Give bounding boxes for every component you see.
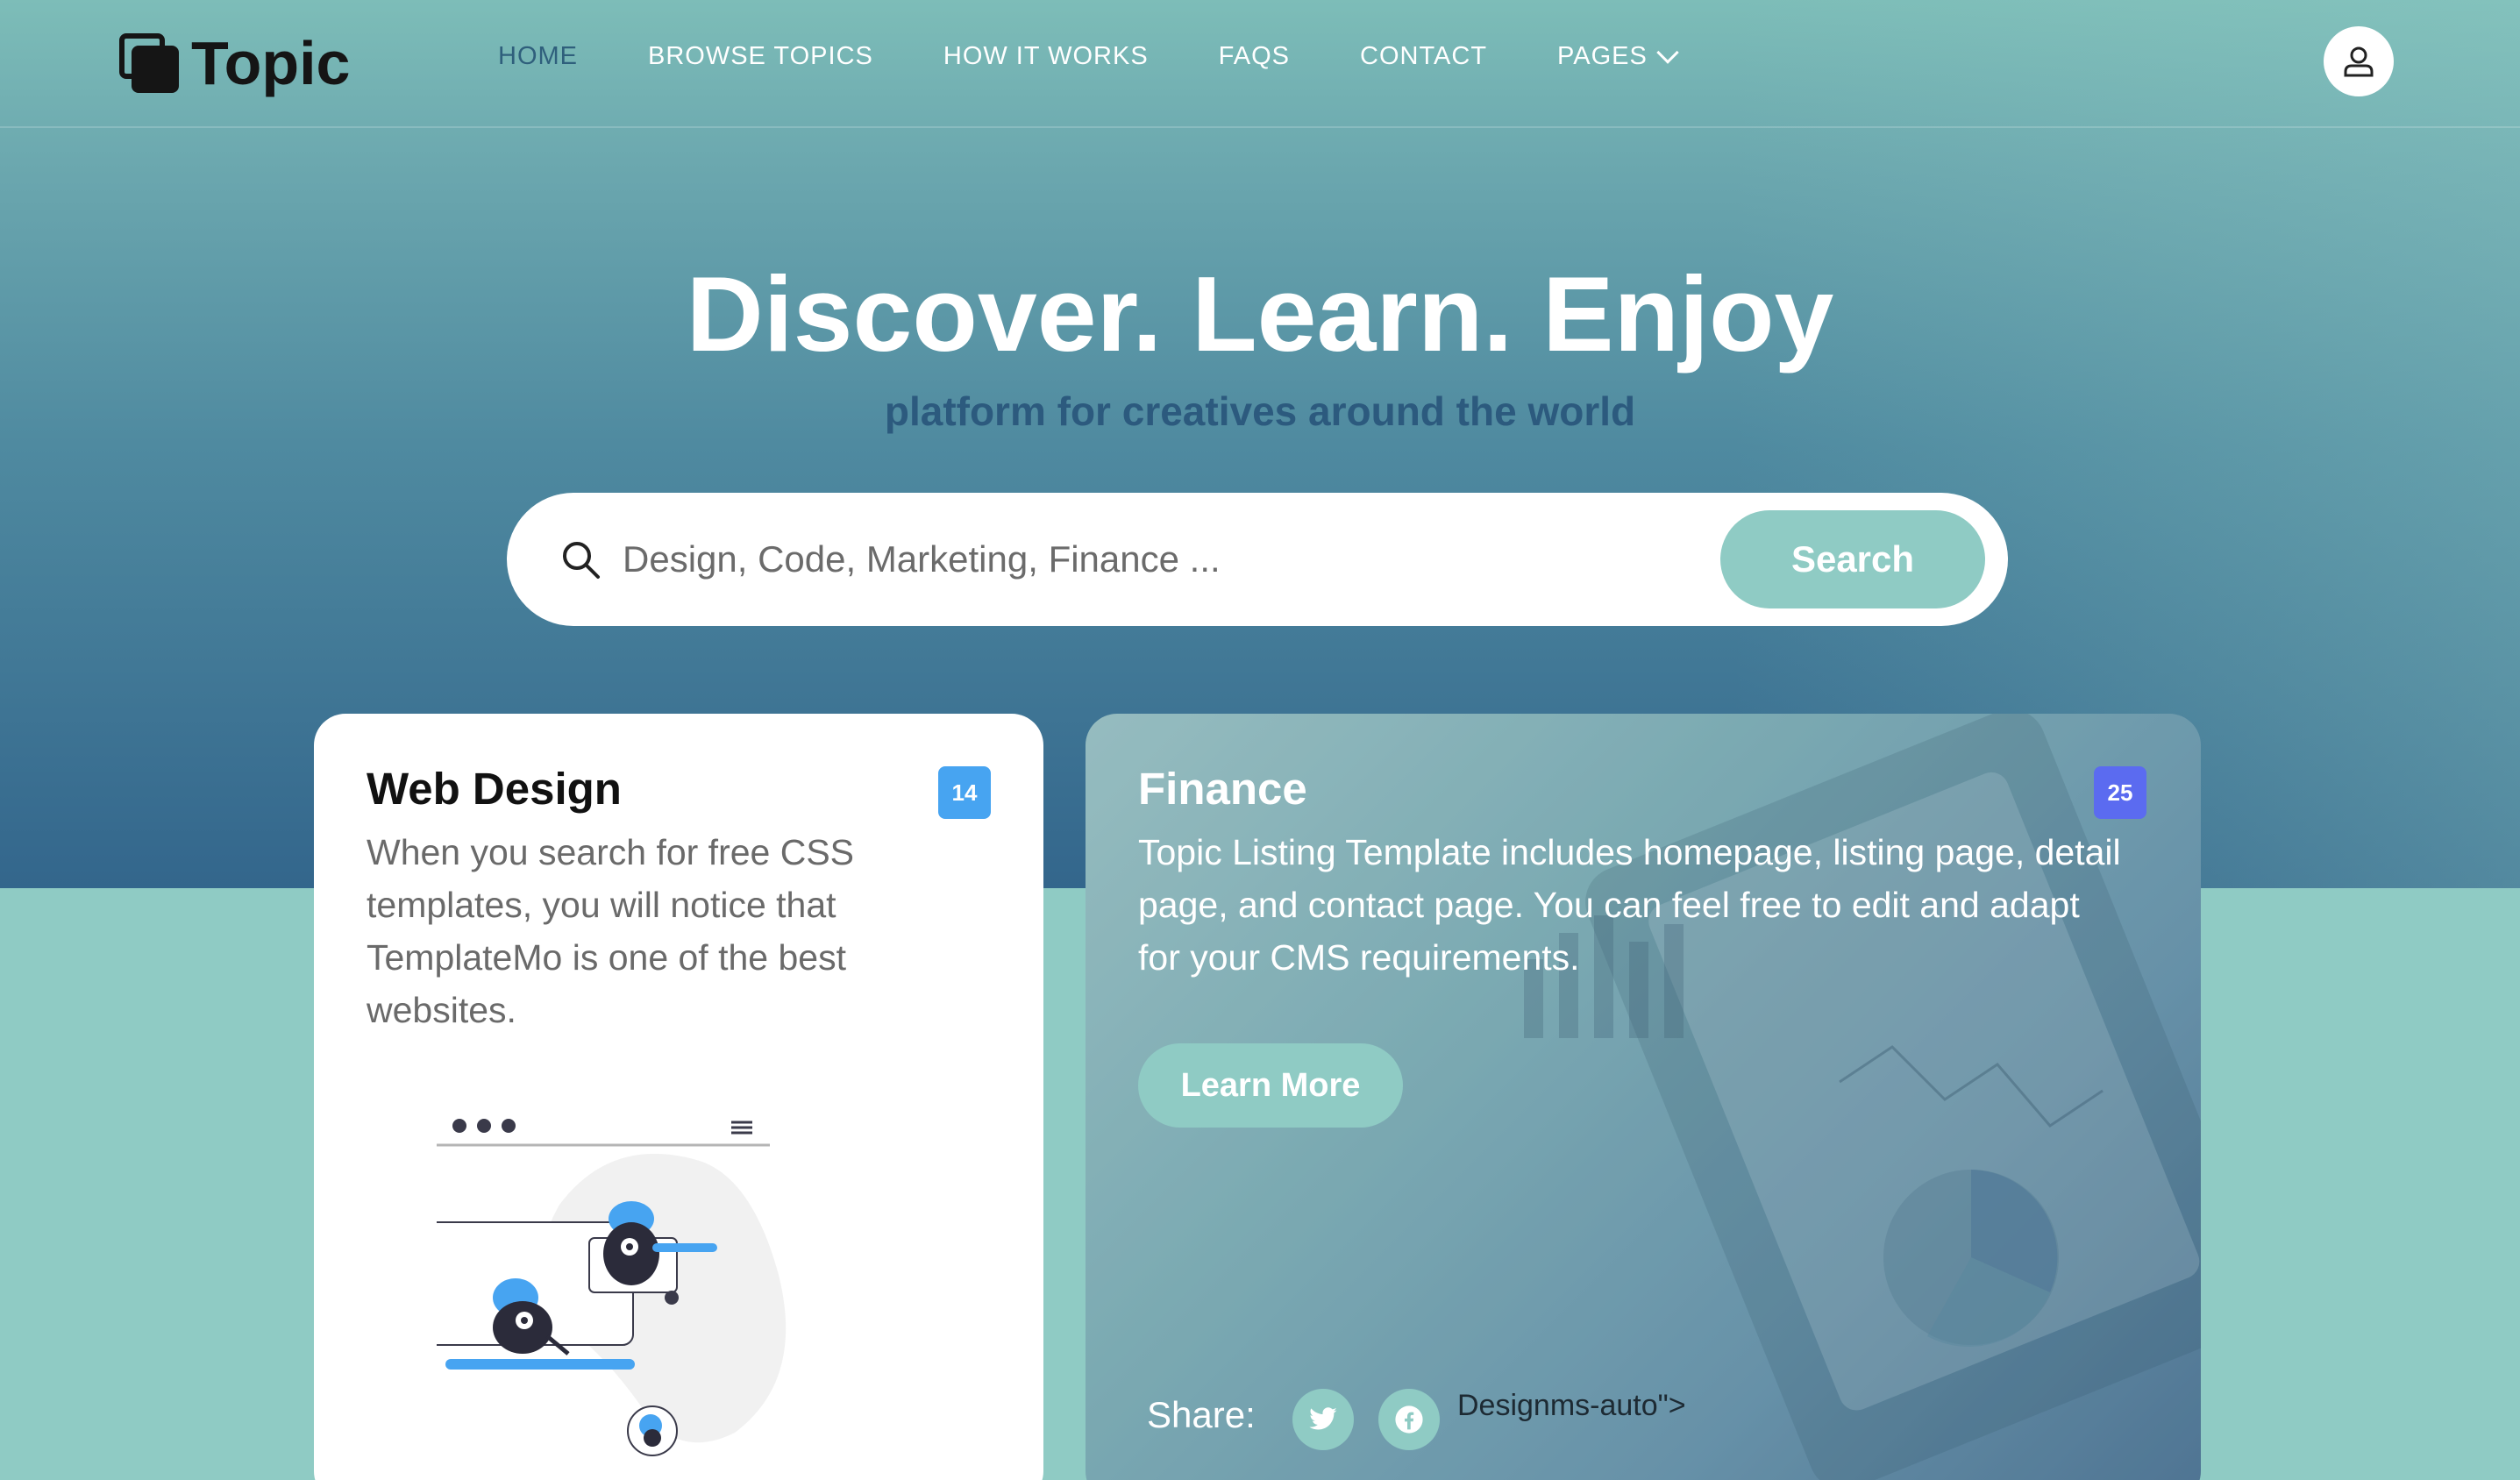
share-extra-text: Designms-auto"> (1457, 1389, 1686, 1422)
topic-count-badge: 25 (2094, 766, 2146, 819)
facebook-icon (1395, 1405, 1423, 1434)
topic-card-finance[interactable]: Finance 25 Topic Listing Template includ… (1086, 714, 2201, 1480)
search-input[interactable] (623, 524, 1499, 594)
nav-contact[interactable]: CONTACT (1360, 42, 1487, 71)
brand-name: Topic (191, 29, 351, 97)
logo-mark-icon (119, 33, 179, 93)
card-title: Web Design (367, 764, 622, 814)
brand-logo[interactable]: Topic (119, 28, 350, 98)
card-description: Topic Listing Template includes homepage… (1138, 832, 2121, 978)
nav-pages-dropdown[interactable]: PAGES (1557, 40, 1679, 71)
card-title: Finance (1138, 764, 1307, 814)
chevron-down-icon (1656, 40, 1679, 64)
user-account-button[interactable] (2324, 26, 2394, 96)
web-design-illustration (437, 1119, 787, 1456)
hero-title: Discover. Learn. Enjoy (686, 254, 1834, 374)
topic-count-badge: 14 (938, 766, 991, 819)
nav-pages-label: PAGES (1557, 42, 1648, 70)
nav-how-it-works[interactable]: HOW IT WORKS (943, 42, 1149, 71)
twitter-icon (1309, 1407, 1337, 1430)
top-navbar: Topic HOME BROWSE TOPICS HOW IT WORKS FA… (0, 0, 2520, 128)
share-label: Share: (1147, 1394, 1256, 1435)
topic-card-web-design[interactable]: Web Design 14 When you search for free C… (314, 714, 1043, 1480)
nav-home[interactable]: HOME (498, 42, 578, 71)
main-menu: HOME BROWSE TOPICS HOW IT WORKS FAQS CON… (498, 40, 1679, 71)
hero-subtitle: platform for creatives around the world (884, 388, 1636, 434)
facebook-share-button[interactable] (1378, 1389, 1440, 1450)
search-bar: Search (507, 493, 2008, 626)
nav-faqs[interactable]: FAQS (1219, 42, 1290, 71)
user-icon (2344, 46, 2374, 77)
nav-browse-topics[interactable]: BROWSE TOPICS (648, 42, 873, 71)
twitter-share-button[interactable] (1292, 1389, 1354, 1450)
learn-more-button[interactable]: Learn More (1138, 1043, 1403, 1128)
search-button[interactable]: Search (1720, 510, 1985, 608)
search-icon (563, 542, 600, 579)
card-description: When you search for free CSS templates, … (367, 832, 855, 1030)
